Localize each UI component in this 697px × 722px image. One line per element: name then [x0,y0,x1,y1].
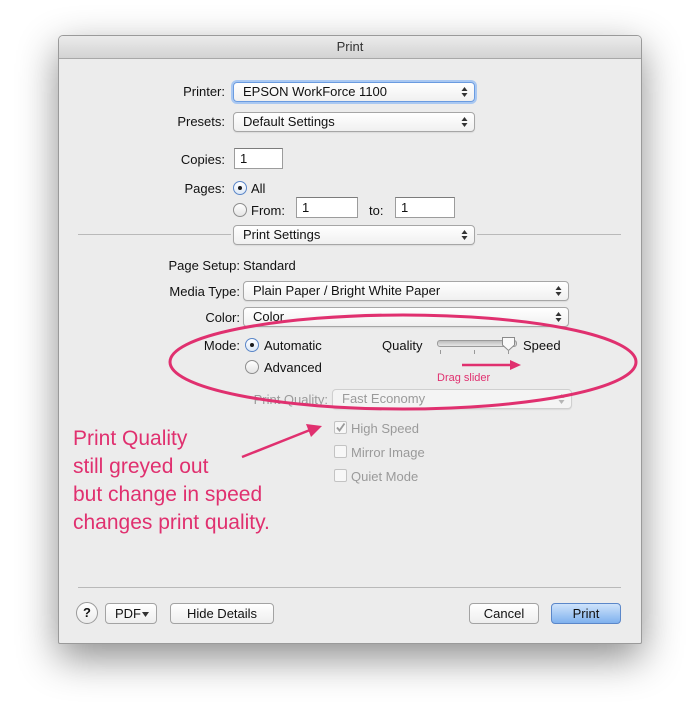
annotation-ellipse [168,313,638,411]
annotation-note-line-4: changes print quality. [73,511,270,534]
drag-slider-annotation: Drag slider [437,372,491,384]
annotation-note-line-3: but change in speed [73,483,263,506]
annotation-overlay [168,313,638,459]
note-arrow-line [241,428,311,459]
annotation-note-line-1: Print Quality [73,427,188,450]
annotation-note-line-2: still greyed out [73,455,209,478]
drag-arrowhead-icon [510,360,521,370]
